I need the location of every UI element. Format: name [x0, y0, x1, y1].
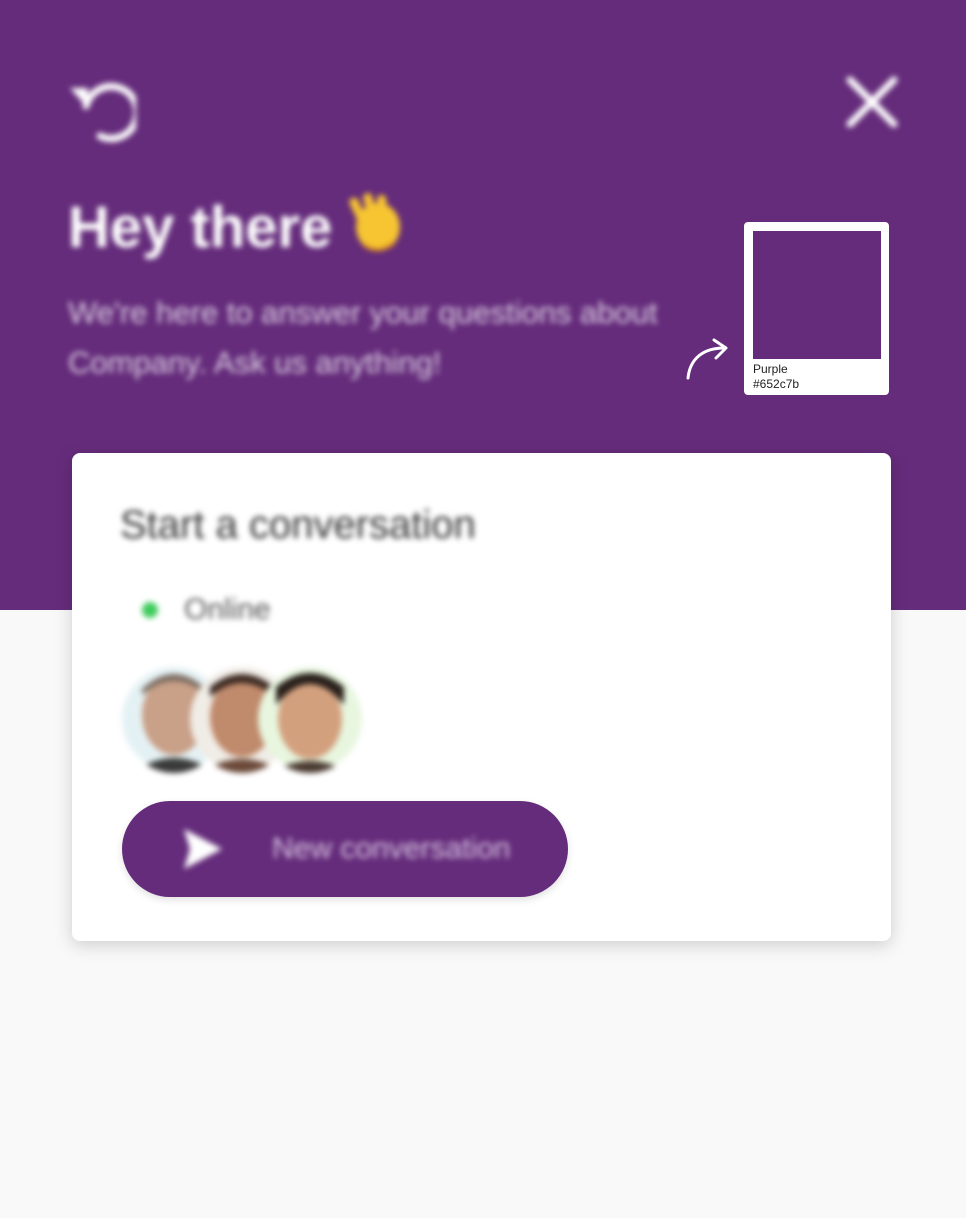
undo-icon — [70, 83, 141, 142]
waving-hand-icon — [349, 193, 401, 251]
avatar — [258, 665, 362, 773]
color-swatch — [753, 231, 881, 359]
close-button[interactable] — [838, 68, 906, 136]
card-title: Start a conversation — [120, 503, 476, 547]
new-conversation-label: New conversation — [272, 832, 511, 865]
new-conversation-button[interactable]: New conversation — [122, 801, 568, 897]
conversation-card: Start a conversation Online New conversa… — [72, 453, 891, 941]
swatch-hex: #652c7b — [753, 377, 800, 391]
subtitle: We're here to answer your questions abou… — [68, 295, 658, 380]
close-icon — [846, 76, 898, 128]
pointer-arrow-icon — [686, 338, 728, 380]
greeting-heading: Hey there — [68, 188, 410, 268]
color-swatch-card: Purple #652c7b — [744, 222, 889, 395]
team-avatars — [122, 665, 362, 781]
online-dot — [142, 602, 158, 618]
status-indicator: Online — [142, 593, 271, 627]
chat-widget-screen: Hey there We're here to answer your ques… — [0, 0, 966, 1218]
back-button[interactable] — [64, 72, 141, 144]
status-label: Online — [184, 593, 271, 626]
send-icon — [184, 829, 222, 869]
greeting-text: Hey there — [68, 195, 333, 260]
swatch-name: Purple — [753, 362, 788, 376]
